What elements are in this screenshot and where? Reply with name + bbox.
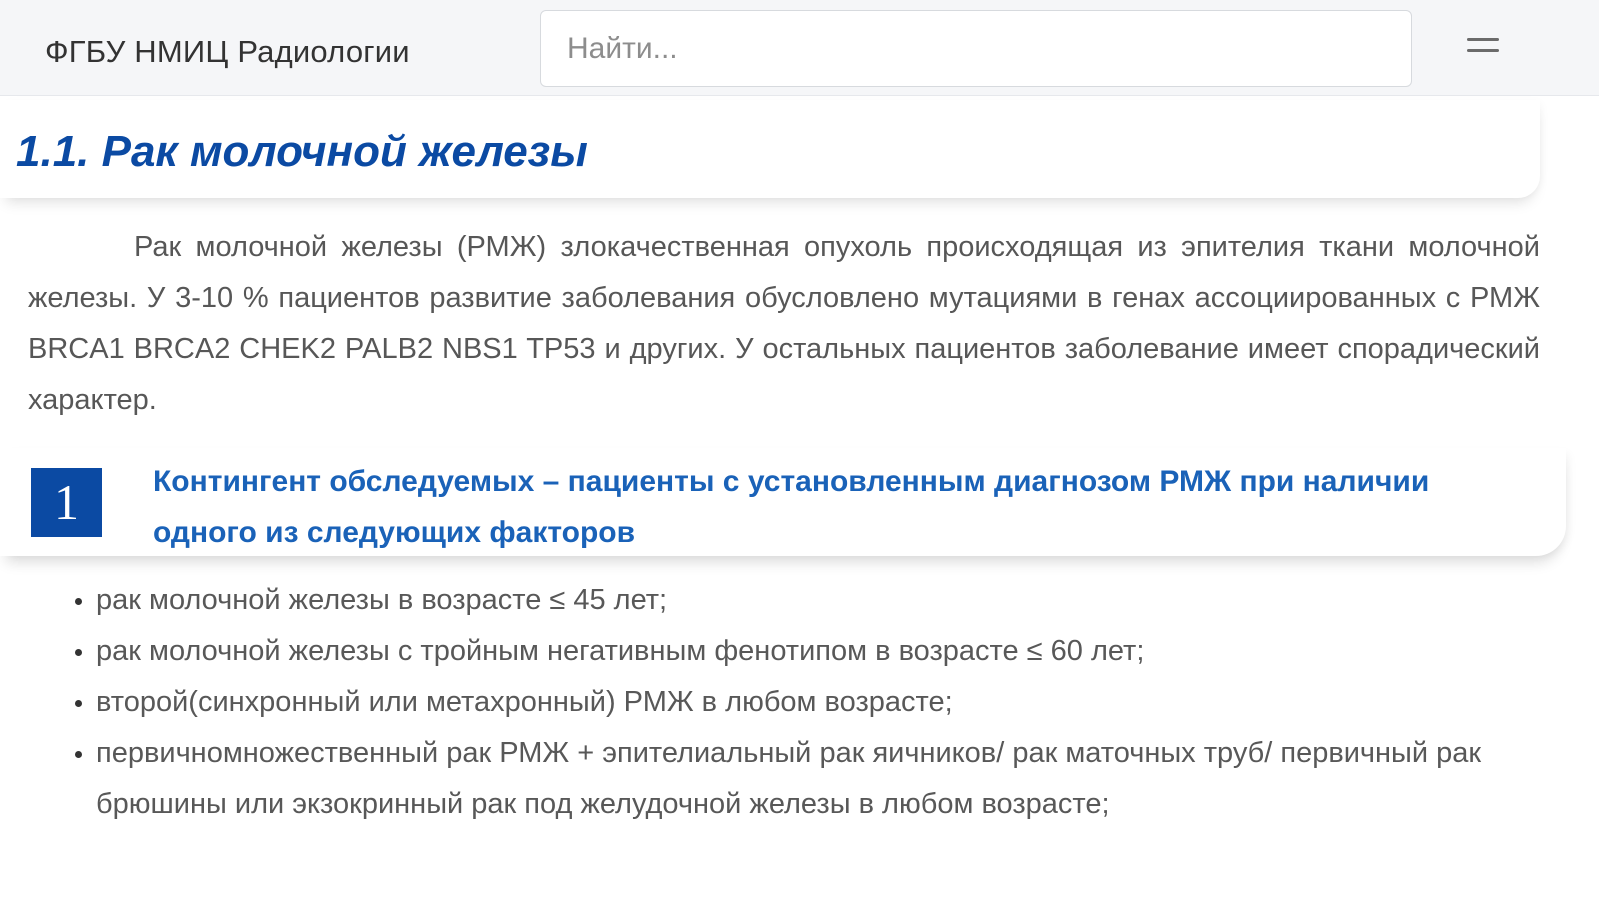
list-item: второй(синхронный или метахронный) РМЖ в… [96,677,1576,728]
top-navbar: ФГБУ НМИЦ Радиологии [0,0,1599,96]
section-title: Контингент обследуемых – пациенты с уста… [153,465,1430,549]
search-input[interactable] [540,10,1412,87]
section-header-card: 1 Контингент обследуемых – пациенты с ус… [0,448,1566,556]
page-title: 1.1. Рак молочной железы [16,127,588,176]
list-item: рак молочной железы в возрасте ≤ 45 лет; [96,575,1576,626]
hamburger-menu-icon[interactable] [1448,24,1518,74]
section-number-badge: 1 [31,468,102,537]
site-brand[interactable]: ФГБУ НМИЦ Радиологии [45,34,410,70]
page-title-card: 1.1. Рак молочной железы [0,100,1540,198]
factors-list: рак молочной железы в возрасте ≤ 45 лет;… [48,575,1576,830]
list-item: рак молочной железы с тройным негативным… [96,626,1576,677]
menu-line [1467,49,1499,52]
intro-paragraph: Рак молочной железы (РМЖ) злокачественна… [28,231,1540,416]
menu-line [1467,38,1499,41]
list-item: первичномножественный рак РМЖ + эпителиа… [96,728,1576,830]
